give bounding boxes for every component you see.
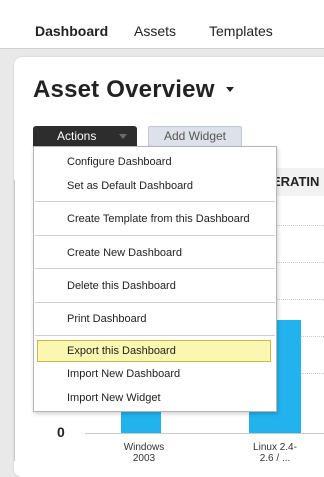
chart-x-axis [85,433,324,434]
panel-edge-line [14,180,15,461]
chart-x-tick-line2: 2003 [132,453,156,464]
menu-item-label: Import New Dashboard [67,368,181,380]
menu-item-label: Export this Dashboard [67,345,176,357]
menu-separator [35,302,275,303]
menu-item-print-dashboard[interactable]: Print Dashboard [37,308,271,330]
chart-x-tick-line1: Windows [123,442,165,453]
add-widget-button[interactable]: Add Widget [148,126,242,147]
nav-assets[interactable]: Assets [134,23,176,39]
chevron-down-icon [119,134,127,139]
menu-item-set-default-dashboard[interactable]: Set as Default Dashboard [37,175,271,197]
menu-separator [35,201,275,202]
menu-item-configure-dashboard[interactable]: Configure Dashboard [37,151,271,173]
nav-templates[interactable]: Templates [209,23,273,39]
menu-item-label: Create Template from this Dashboard [67,213,250,225]
menu-item-label: Configure Dashboard [67,156,172,168]
menu-item-import-new-dashboard[interactable]: Import New Dashboard [37,363,271,385]
page-title: Asset Overview [33,76,215,103]
menu-item-label: Import New Widget [67,392,161,404]
actions-dropdown-menu: Configure Dashboard Set as Default Dashb… [33,146,277,412]
menu-item-label: Delete this Dashboard [67,280,176,292]
menu-item-create-new-dashboard[interactable]: Create New Dashboard [37,242,271,264]
nav-dashboard[interactable]: Dashboard [35,23,108,39]
chart-gridline [270,299,324,300]
chart-x-tick-line1: Linux 2.4- [253,442,297,453]
menu-item-delete-dashboard[interactable]: Delete this Dashboard [37,275,271,297]
chart-x-tick-line2: 2.6 / ... [259,453,291,464]
menu-item-label: Print Dashboard [67,313,147,325]
title-dropdown-caret-icon[interactable] [226,87,234,92]
menu-item-label: Set as Default Dashboard [67,180,193,192]
menu-item-create-template[interactable]: Create Template from this Dashboard [37,208,271,230]
chart-header-text: ERATIN [272,174,320,189]
actions-button-label: Actions [57,129,97,143]
menu-item-export-dashboard[interactable]: Export this Dashboard [37,340,271,362]
menu-separator [35,268,275,269]
top-navigation: Dashboard Assets Templates [0,0,324,49]
menu-item-import-new-widget[interactable]: Import New Widget [37,387,271,409]
menu-separator [35,335,275,336]
chart-gridline [270,262,324,263]
actions-button[interactable]: Actions [33,126,137,146]
chart-gridline [270,225,324,226]
menu-item-label: Create New Dashboard [67,247,182,259]
chart-y-tick-label: 0 [57,424,65,440]
menu-separator [35,235,275,236]
